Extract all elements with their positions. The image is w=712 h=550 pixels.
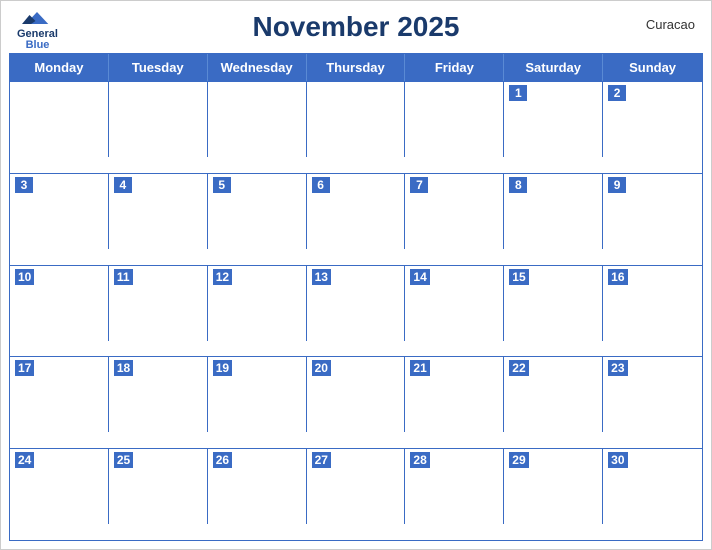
date-number: 22: [509, 360, 528, 376]
day-header-monday: Monday: [10, 54, 109, 81]
date-number: 24: [15, 452, 34, 468]
day-cell: 9: [603, 174, 702, 249]
day-cell: 25: [109, 449, 208, 524]
day-cell: 11: [109, 266, 208, 341]
day-cell: [208, 82, 307, 157]
week-row-3: 10 11 12 13 14 15 16: [10, 265, 702, 357]
day-cell: 22: [504, 357, 603, 432]
day-header-thursday: Thursday: [307, 54, 406, 81]
day-header-friday: Friday: [405, 54, 504, 81]
date-number: 12: [213, 269, 232, 285]
date-number: 5: [213, 177, 231, 193]
day-cell: 21: [405, 357, 504, 432]
date-number: 29: [509, 452, 528, 468]
day-cell: [10, 82, 109, 157]
logo-text-blue: Blue: [26, 40, 50, 51]
date-number: 26: [213, 452, 232, 468]
date-number: 30: [608, 452, 627, 468]
calendar-title: November 2025: [252, 11, 459, 43]
date-number: 11: [114, 269, 133, 285]
week-row-4: 17 18 19 20 21 22 23: [10, 356, 702, 448]
date-number: 15: [509, 269, 528, 285]
week-row-2: 3 4 5 6 7 8 9: [10, 173, 702, 265]
week-row-5: 24 25 26 27 28 29 30: [10, 448, 702, 540]
day-cell: 10: [10, 266, 109, 341]
day-cell: 19: [208, 357, 307, 432]
date-number: 25: [114, 452, 133, 468]
day-cell: 18: [109, 357, 208, 432]
date-number: 1: [509, 85, 527, 101]
calendar-table: MondayTuesdayWednesdayThursdayFridaySatu…: [9, 53, 703, 541]
day-cell: 26: [208, 449, 307, 524]
date-number: 3: [15, 177, 33, 193]
day-header-sunday: Sunday: [603, 54, 702, 81]
date-number: 23: [608, 360, 627, 376]
date-number: 18: [114, 360, 133, 376]
date-number: 10: [15, 269, 34, 285]
date-number: 13: [312, 269, 331, 285]
day-cell: 8: [504, 174, 603, 249]
day-cell: 14: [405, 266, 504, 341]
day-cell: 7: [405, 174, 504, 249]
day-cell: [109, 82, 208, 157]
date-number: 19: [213, 360, 232, 376]
week-row-1: 12: [10, 81, 702, 173]
day-header-saturday: Saturday: [504, 54, 603, 81]
date-number: 21: [410, 360, 429, 376]
day-cell: 3: [10, 174, 109, 249]
day-headers-row: MondayTuesdayWednesdayThursdayFridaySatu…: [10, 54, 702, 81]
weeks-container: 1234567891011121314151617181920212223242…: [10, 81, 702, 540]
logo-icon: [22, 9, 52, 27]
day-cell: [405, 82, 504, 157]
day-cell: 2: [603, 82, 702, 157]
date-number: 4: [114, 177, 132, 193]
day-cell: 12: [208, 266, 307, 341]
day-cell: 6: [307, 174, 406, 249]
day-cell: 30: [603, 449, 702, 524]
calendar-header: General Blue November 2025 Curacao: [1, 1, 711, 49]
date-number: 2: [608, 85, 626, 101]
day-cell: 29: [504, 449, 603, 524]
date-number: 8: [509, 177, 527, 193]
day-cell: 20: [307, 357, 406, 432]
day-cell: 23: [603, 357, 702, 432]
day-header-tuesday: Tuesday: [109, 54, 208, 81]
date-number: 28: [410, 452, 429, 468]
day-cell: 1: [504, 82, 603, 157]
date-number: 16: [608, 269, 627, 285]
date-number: 27: [312, 452, 331, 468]
region-label: Curacao: [646, 17, 695, 32]
day-cell: 27: [307, 449, 406, 524]
day-cell: 13: [307, 266, 406, 341]
date-number: 20: [312, 360, 331, 376]
day-cell: 15: [504, 266, 603, 341]
day-cell: 4: [109, 174, 208, 249]
date-number: 6: [312, 177, 330, 193]
date-number: 17: [15, 360, 34, 376]
date-number: 9: [608, 177, 626, 193]
logo: General Blue: [17, 9, 58, 51]
calendar-container: General Blue November 2025 Curacao Monda…: [0, 0, 712, 550]
day-cell: 24: [10, 449, 109, 524]
day-cell: 28: [405, 449, 504, 524]
day-cell: [307, 82, 406, 157]
day-cell: 16: [603, 266, 702, 341]
date-number: 14: [410, 269, 429, 285]
day-cell: 5: [208, 174, 307, 249]
date-number: 7: [410, 177, 428, 193]
day-cell: 17: [10, 357, 109, 432]
day-header-wednesday: Wednesday: [208, 54, 307, 81]
